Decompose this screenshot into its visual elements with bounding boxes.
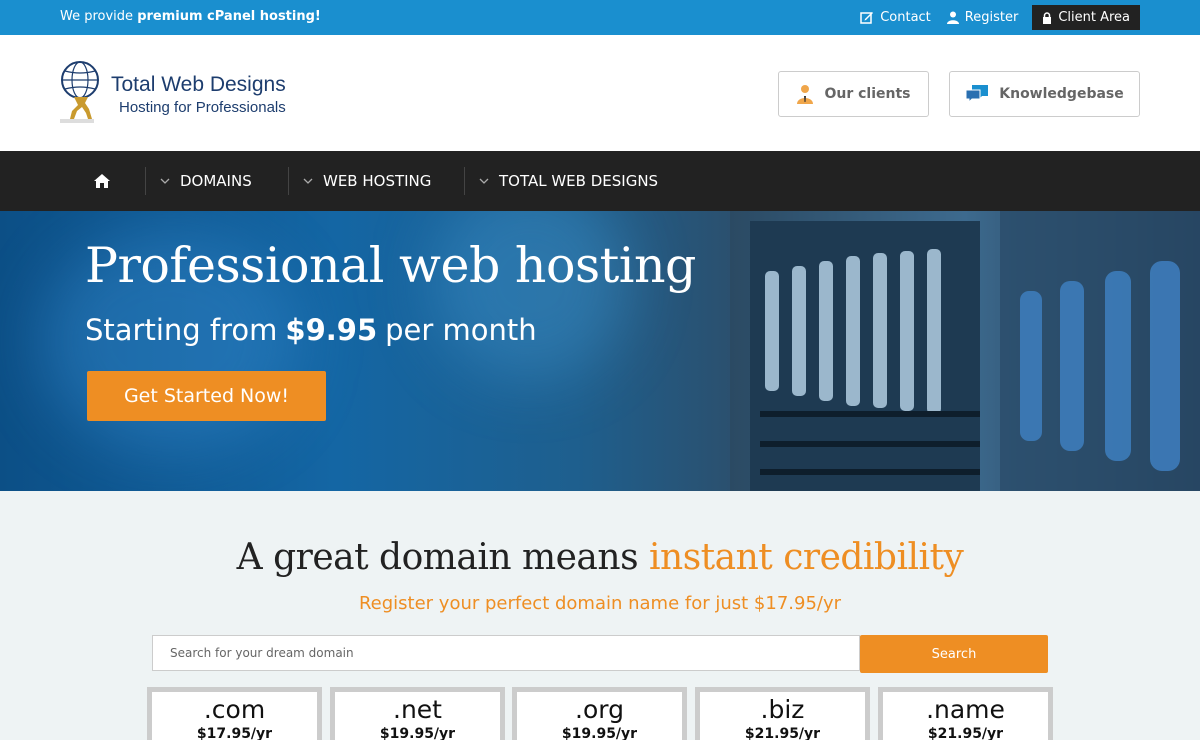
nav-divider <box>288 167 289 195</box>
domain-title-plain: A great domain means <box>236 537 649 578</box>
user-icon <box>946 11 959 24</box>
tld-card-net[interactable]: .net $19.95/yr <box>330 687 505 740</box>
tld-price: $21.95/yr <box>927 726 1004 740</box>
tld-price: $19.95/yr <box>379 726 456 740</box>
our-clients-label: Our clients <box>824 86 911 102</box>
nav-total-web-designs[interactable]: TOTAL WEB DESIGNS <box>479 151 658 211</box>
atlas-globe-icon <box>60 61 99 123</box>
tld-ext: .org <box>575 695 624 724</box>
tld-card-org[interactable]: .org $19.95/yr <box>512 687 687 740</box>
domain-section: A great domain means instant credibility… <box>0 491 1200 740</box>
tld-ext: .net <box>393 695 442 724</box>
domain-title-highlight: instant credibility <box>649 537 964 578</box>
nav-divider <box>145 167 146 195</box>
hero-sub-suffix: per month <box>385 313 537 347</box>
hero-subtitle: Starting from $9.95 per month <box>85 313 537 347</box>
nav-web-hosting-label: WEB HOSTING <box>323 172 432 190</box>
main-nav: DOMAINS WEB HOSTING TOTAL WEB DESIGNS <box>0 151 1200 211</box>
domain-search-button[interactable]: Search <box>860 635 1048 673</box>
contact-link[interactable]: Contact <box>860 10 931 25</box>
chat-bubbles-icon <box>965 85 989 104</box>
client-area-link[interactable]: Client Area <box>1032 5 1140 30</box>
client-area-label: Client Area <box>1058 10 1130 25</box>
domain-title: A great domain means instant credibility <box>0 537 1200 578</box>
get-started-button[interactable]: Get Started Now! <box>87 371 326 421</box>
tld-ext: .name <box>926 695 1005 724</box>
tld-card-com[interactable]: .com $17.95/yr <box>147 687 322 740</box>
tld-card-name[interactable]: .name $21.95/yr <box>878 687 1053 740</box>
nav-home[interactable] <box>93 151 111 211</box>
client-person-icon <box>797 85 814 104</box>
nav-domains-label: DOMAINS <box>180 172 252 190</box>
domain-subtitle: Register your perfect domain name for ju… <box>358 593 842 614</box>
logo-title: Total Web Designs <box>111 73 286 96</box>
nav-web-hosting[interactable]: WEB HOSTING <box>303 151 431 211</box>
tld-ext: .com <box>203 695 266 724</box>
promo-text: We provide premium cPanel hosting! <box>60 9 321 24</box>
lock-icon <box>1043 11 1052 24</box>
chevron-down-icon <box>479 178 489 184</box>
hero-banner: Professional web hosting Starting from $9… <box>0 211 1200 491</box>
register-link[interactable]: Register <box>946 10 1019 25</box>
site-header: Total Web Designs Hosting for Profession… <box>0 35 1200 151</box>
nav-domains[interactable]: DOMAINS <box>160 151 252 211</box>
tld-price: $21.95/yr <box>744 726 821 740</box>
top-links: Contact Register Client Area <box>844 5 1140 30</box>
domain-search-input[interactable] <box>152 635 860 671</box>
our-clients-button[interactable]: Our clients <box>778 71 929 117</box>
knowledgebase-button[interactable]: Knowledgebase <box>949 71 1140 117</box>
edit-icon <box>860 12 874 24</box>
logo-subtitle: Hosting for Professionals <box>119 99 286 116</box>
tld-price: $19.95/yr <box>561 726 638 740</box>
hero-price: $9.95 <box>285 313 378 347</box>
home-icon <box>94 174 110 188</box>
hero-title: Professional web hosting <box>85 237 696 294</box>
chevron-down-icon <box>303 178 313 184</box>
contact-label: Contact <box>880 10 931 25</box>
nav-total-web-designs-label: TOTAL WEB DESIGNS <box>499 172 659 190</box>
server-rack-image <box>730 211 1200 491</box>
promo-bold: premium cPanel hosting! <box>137 9 321 24</box>
top-bar: We provide premium cPanel hosting! Conta… <box>0 0 1200 35</box>
tld-ext: .biz <box>760 695 805 724</box>
tld-card-biz[interactable]: .biz $21.95/yr <box>695 687 870 740</box>
site-logo[interactable]: Total Web Designs Hosting for Profession… <box>60 61 320 125</box>
hero-sub-prefix: Starting from <box>85 313 278 347</box>
promo-prefix: We provide <box>60 9 138 24</box>
chevron-down-icon <box>160 178 170 184</box>
tld-price: $17.95/yr <box>196 726 273 740</box>
nav-divider <box>464 167 465 195</box>
register-label: Register <box>964 10 1019 25</box>
knowledgebase-label: Knowledgebase <box>999 86 1124 102</box>
